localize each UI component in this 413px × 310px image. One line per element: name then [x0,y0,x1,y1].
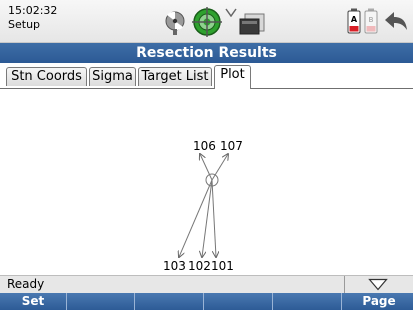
status-text: Ready [7,277,45,291]
clock-area: 15:02:32 Setup [8,4,57,32]
triangle-down-icon[interactable] [368,278,388,291]
resection-plot: 106 107 103 102 101 [163,139,243,273]
softkey-3[interactable] [137,293,204,310]
point-label-101: 101 [211,259,234,273]
tab-plot[interactable]: Plot [214,65,251,89]
softkey-5[interactable] [275,293,342,310]
instrument-icon[interactable] [239,13,265,35]
softkey-2[interactable] [68,293,135,310]
tracking-signal-icon[interactable] [225,7,237,17]
point-label-102: 102 [188,259,211,273]
svg-text:A: A [351,15,358,24]
ray-106 [200,154,213,181]
status-divider [344,276,345,293]
radio-link-icon[interactable] [163,10,187,36]
top-status-bar: 15:02:32 Setup A B [0,0,413,43]
softkey-set[interactable]: Set [0,293,67,310]
battery-a-icon: A [347,8,361,34]
point-label-106: 106 [193,139,216,153]
tab-bar: Stn Coords Sigma Target List Plot [0,64,413,89]
svg-text:B: B [369,16,374,24]
clock-time: 15:02:32 [8,4,58,17]
ray-107 [211,154,228,181]
page-title: Resection Results [0,43,413,63]
mode-label: Setup [8,18,41,31]
status-bar: Ready [0,275,413,293]
battery-b-icon: B [364,8,378,34]
ray-101 [211,179,216,257]
tab-target-list[interactable]: Target List [138,67,212,86]
point-label-103: 103 [163,259,186,273]
target-prism-icon[interactable] [191,6,223,38]
back-arrow-icon[interactable] [383,9,409,33]
point-label-107: 107 [220,139,243,153]
tab-stn-coords[interactable]: Stn Coords [6,67,87,86]
softkey-4[interactable] [206,293,273,310]
softkey-bar: Set Page [0,293,413,310]
softkey-page[interactable]: Page [345,293,413,310]
tab-sigma[interactable]: Sigma [89,67,136,86]
